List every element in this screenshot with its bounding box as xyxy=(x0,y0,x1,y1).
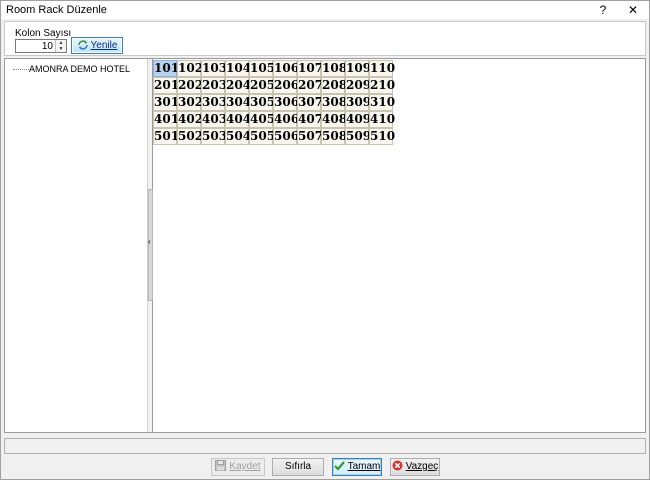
ok-button[interactable]: Tamam xyxy=(332,458,382,476)
room-cell-304[interactable]: 304 xyxy=(225,94,251,111)
room-cell-302[interactable]: 302 xyxy=(177,94,203,111)
room-cell-410[interactable]: 410 xyxy=(369,111,395,128)
room-cell-402[interactable]: 402 xyxy=(177,111,203,128)
main-area: AMONRA DEMO HOTEL ‹ 101 102 103 104 105 106 10… xyxy=(4,58,646,433)
kolon-sayisi-value[interactable]: 10 xyxy=(42,41,53,52)
room-cell-303[interactable]: 303 xyxy=(201,94,227,111)
room-cell-102[interactable]: 102 xyxy=(177,60,203,77)
room-cell-207[interactable]: 207 xyxy=(297,77,323,94)
room-cell-101[interactable]: 101 xyxy=(153,60,179,77)
ok-label: Tamam xyxy=(347,461,381,472)
cancel-button[interactable]: Vazgeç xyxy=(390,458,440,476)
room-cell-104[interactable]: 104 xyxy=(225,60,251,77)
status-bar xyxy=(4,438,646,454)
room-cell-404[interactable]: 404 xyxy=(225,111,251,128)
room-cell-505[interactable]: 505 xyxy=(249,128,275,145)
refresh-label: Yenile xyxy=(90,40,118,51)
tree-item-hotel[interactable]: AMONRA DEMO HOTEL xyxy=(9,63,147,76)
room-cell-501[interactable]: 501 xyxy=(153,128,179,145)
room-cell-309[interactable]: 309 xyxy=(345,94,371,111)
room-cell-206[interactable]: 206 xyxy=(273,77,299,94)
help-button[interactable]: ? xyxy=(589,2,617,18)
room-cell-503[interactable]: 503 xyxy=(201,128,227,145)
room-rack-dialog: Room Rack Düzenle ? ✕ Kolon Sayısı 10 ▲ … xyxy=(0,0,650,480)
room-cell-208[interactable]: 208 xyxy=(321,77,347,94)
close-button[interactable]: ✕ xyxy=(619,2,647,18)
room-cell-210[interactable]: 210 xyxy=(369,77,395,94)
room-cell-305[interactable]: 305 xyxy=(249,94,275,111)
cancel-label: Vazgeç xyxy=(405,461,439,472)
kolon-sayisi-stepper[interactable]: 10 ▲ ▼ xyxy=(15,39,67,53)
room-cell-201[interactable]: 201 xyxy=(153,77,179,94)
hotel-tree: AMONRA DEMO HOTEL xyxy=(9,61,147,430)
tree-item-label: AMONRA DEMO HOTEL xyxy=(29,64,131,74)
title-bar: Room Rack Düzenle ? ✕ xyxy=(1,1,649,19)
room-cell-507[interactable]: 507 xyxy=(297,128,323,145)
room-cell-308[interactable]: 308 xyxy=(321,94,347,111)
save-label: Kaydet xyxy=(229,461,261,472)
reset-button[interactable]: Sıfırla xyxy=(272,458,324,476)
save-icon xyxy=(215,460,227,471)
room-cell-209[interactable]: 209 xyxy=(345,77,371,94)
room-cell-106[interactable]: 106 xyxy=(273,60,299,77)
room-cell-203[interactable]: 203 xyxy=(201,77,227,94)
refresh-icon xyxy=(77,40,88,51)
collapse-arrow-icon[interactable]: ‹ xyxy=(148,237,151,247)
room-cell-407[interactable]: 407 xyxy=(297,111,323,128)
room-cell-405[interactable]: 405 xyxy=(249,111,275,128)
room-cell-401[interactable]: 401 xyxy=(153,111,179,128)
room-cell-509[interactable]: 509 xyxy=(345,128,371,145)
room-cell-409[interactable]: 409 xyxy=(345,111,371,128)
check-icon xyxy=(333,461,345,471)
room-cell-108[interactable]: 108 xyxy=(321,60,347,77)
room-cell-406[interactable]: 406 xyxy=(273,111,299,128)
refresh-button[interactable]: Yenile xyxy=(71,37,123,54)
room-cell-107[interactable]: 107 xyxy=(297,60,323,77)
room-cell-403[interactable]: 403 xyxy=(201,111,227,128)
room-cell-307[interactable]: 307 xyxy=(297,94,323,111)
kolon-sayisi-label: Kolon Sayısı xyxy=(15,28,72,39)
stepper-down-icon[interactable]: ▼ xyxy=(56,46,66,52)
room-cell-310[interactable]: 310 xyxy=(369,94,395,111)
room-cell-306[interactable]: 306 xyxy=(273,94,299,111)
room-cell-408[interactable]: 408 xyxy=(321,111,347,128)
room-cell-103[interactable]: 103 xyxy=(201,60,227,77)
room-cell-205[interactable]: 205 xyxy=(249,77,275,94)
room-cell-504[interactable]: 504 xyxy=(225,128,251,145)
window-title: Room Rack Düzenle xyxy=(6,4,107,16)
cancel-icon xyxy=(392,460,403,471)
stepper-buttons: ▲ ▼ xyxy=(55,40,66,52)
room-cell-502[interactable]: 502 xyxy=(177,128,203,145)
room-cell-202[interactable]: 202 xyxy=(177,77,203,94)
room-cell-508[interactable]: 508 xyxy=(321,128,347,145)
room-cell-510[interactable]: 510 xyxy=(369,128,395,145)
save-button[interactable]: Kaydet xyxy=(211,458,265,476)
reset-label: Sıfırla xyxy=(284,461,312,472)
room-cell-110[interactable]: 110 xyxy=(369,60,395,77)
options-panel: Kolon Sayısı 10 ▲ ▼ Yenile xyxy=(4,21,646,56)
room-cell-204[interactable]: 204 xyxy=(225,77,251,94)
room-cell-301[interactable]: 301 xyxy=(153,94,179,111)
room-cell-105[interactable]: 105 xyxy=(249,60,275,77)
room-cell-109[interactable]: 109 xyxy=(345,60,371,77)
room-cell-506[interactable]: 506 xyxy=(273,128,299,145)
